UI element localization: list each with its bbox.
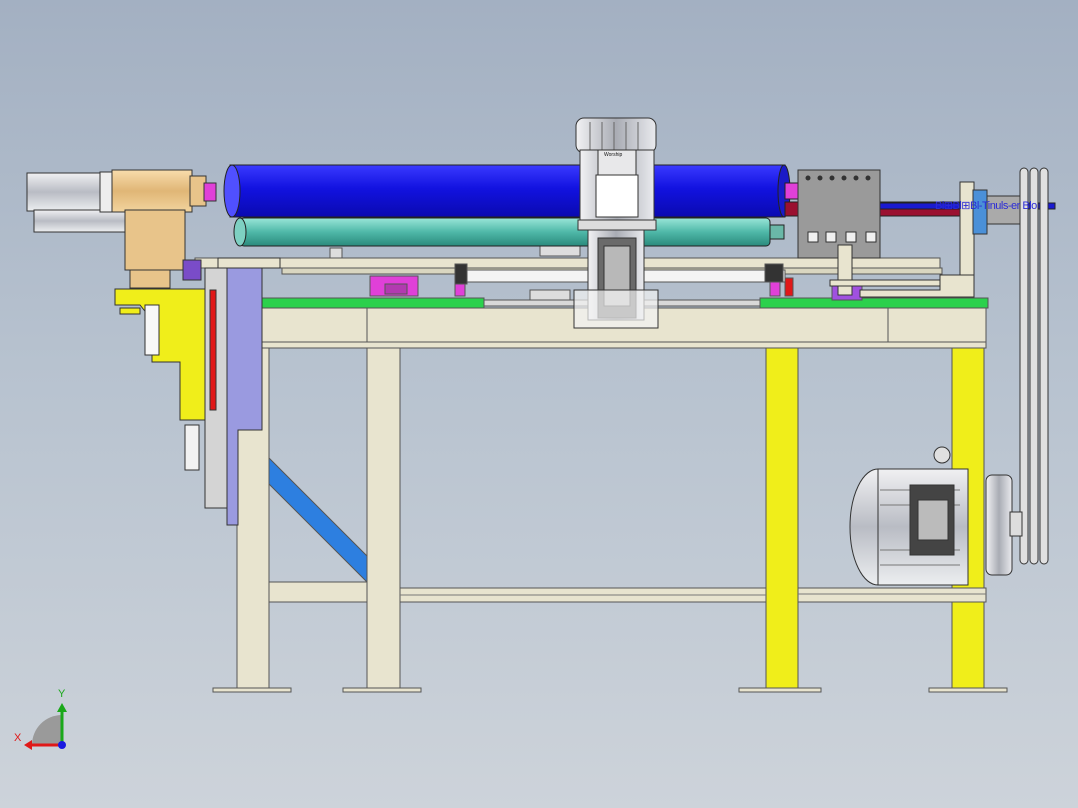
belt-pulley-groove-1 — [1019, 167, 1029, 565]
cad-triad-icon — [24, 703, 67, 750]
bottom-electric-motor — [849, 446, 1023, 586]
belt-pulley-groove-3 — [1039, 167, 1049, 565]
machine-assembly-drawing: Worship — [24, 117, 1056, 750]
belt-pulley-groove-2 — [1029, 167, 1039, 565]
left-yellow-bracket — [114, 288, 206, 471]
roller-blue — [229, 164, 786, 218]
lower-crossbar-right — [797, 587, 987, 603]
leg-rear-left — [366, 339, 401, 691]
foot-3 — [738, 687, 822, 693]
green-plate-left — [261, 297, 485, 309]
axis-label-x: X — [14, 732, 22, 744]
diagonal-brace — [268, 456, 368, 584]
overlapping-annotation-text: Bl⊞Bl⊞Bl-Tinuls-er Blo — [935, 200, 1037, 212]
lower-crossbar-left — [268, 581, 368, 603]
green-plate-right — [759, 297, 989, 309]
roller-teal — [239, 217, 771, 247]
top-gearmotor — [573, 117, 659, 329]
axis-label-y: Y — [58, 688, 66, 700]
foot-2 — [342, 687, 422, 693]
foot-1 — [212, 687, 292, 693]
foot-4 — [928, 687, 1008, 693]
leg-front-right — [765, 339, 799, 691]
motor-brand-label: Worship — [604, 152, 622, 158]
left-cylinder-assembly — [26, 169, 217, 289]
right-bearing-block — [797, 169, 951, 296]
cad-viewport[interactable]: Worship Bl⊞Bl⊞Bl-Tinuls-er Blo Y X — [0, 0, 1078, 808]
